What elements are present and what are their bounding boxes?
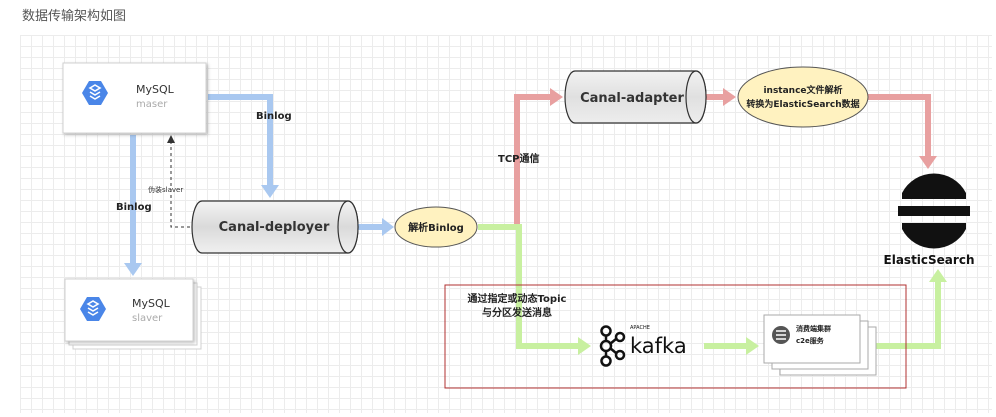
instance-parse-line1: instance文件解析	[763, 84, 842, 96]
edge-label-fake-slave: 伪装slaver	[148, 185, 183, 194]
mysql-master-node[interactable]: MySQL maser	[62, 62, 207, 134]
parse-binlog-label: 解析Binlog	[408, 221, 464, 234]
edge-parse-to-kafka	[478, 224, 591, 355]
instance-parse-node[interactable]: instance文件解析 转换为ElasticSearch数据	[737, 66, 869, 128]
mysql-slave-subtitle: slaver	[132, 313, 163, 324]
mysql-master-title: MySQL	[136, 83, 175, 96]
instance-parse-line2: 转换为ElasticSearch数据	[746, 98, 859, 110]
kafka-node[interactable]: APACHE kafka	[599, 325, 687, 367]
consumer-line2: c2e服务	[796, 336, 825, 345]
elasticsearch-logo-icon	[898, 173, 970, 249]
elasticsearch-label: ElasticSearch	[884, 253, 975, 267]
mysql-master-subtitle: maser	[136, 99, 168, 110]
diagram-canvas: MySQL maser MySQL slaver Canal-deployer …	[20, 35, 992, 413]
kafka-apache-label: APACHE	[630, 325, 650, 331]
edge-kafka-to-consumer	[704, 337, 759, 355]
parse-binlog-node[interactable]: 解析Binlog	[394, 206, 478, 248]
kafka-logo-icon	[599, 325, 626, 367]
edge-deployer-to-parse	[358, 218, 394, 236]
page-heading: 数据传输架构如图	[22, 9, 127, 24]
edge-label-topic-line1: 通过指定或动态Topic	[468, 292, 567, 305]
mysql-slave-node[interactable]: MySQL slaver	[64, 278, 202, 350]
edge-label-topic-line2: 与分区发送消息	[482, 306, 552, 319]
mysql-slave-title: MySQL	[132, 297, 171, 310]
edge-adapter-to-instance	[706, 88, 736, 106]
canal-deployer-node[interactable]: Canal-deployer	[191, 200, 359, 254]
canal-adapter-node[interactable]: Canal-adapter	[564, 70, 707, 124]
consumer-cluster-node[interactable]: 消费端集群 c2e服务	[763, 314, 877, 376]
edge-label-binlog-left: Binlog	[116, 202, 152, 213]
consumer-line1: 消费端集群	[796, 324, 831, 333]
kafka-label: kafka	[630, 334, 687, 358]
edge-label-tcp: TCP通信	[498, 152, 540, 165]
canal-adapter-label: Canal-adapter	[580, 91, 684, 106]
elasticsearch-node[interactable]: ElasticSearch	[884, 173, 975, 267]
edge-instance-to-es	[868, 94, 937, 169]
canal-deployer-label: Canal-deployer	[219, 220, 330, 235]
edge-label-binlog-top: Binlog	[256, 111, 292, 122]
edge-fake-slave	[167, 135, 190, 228]
